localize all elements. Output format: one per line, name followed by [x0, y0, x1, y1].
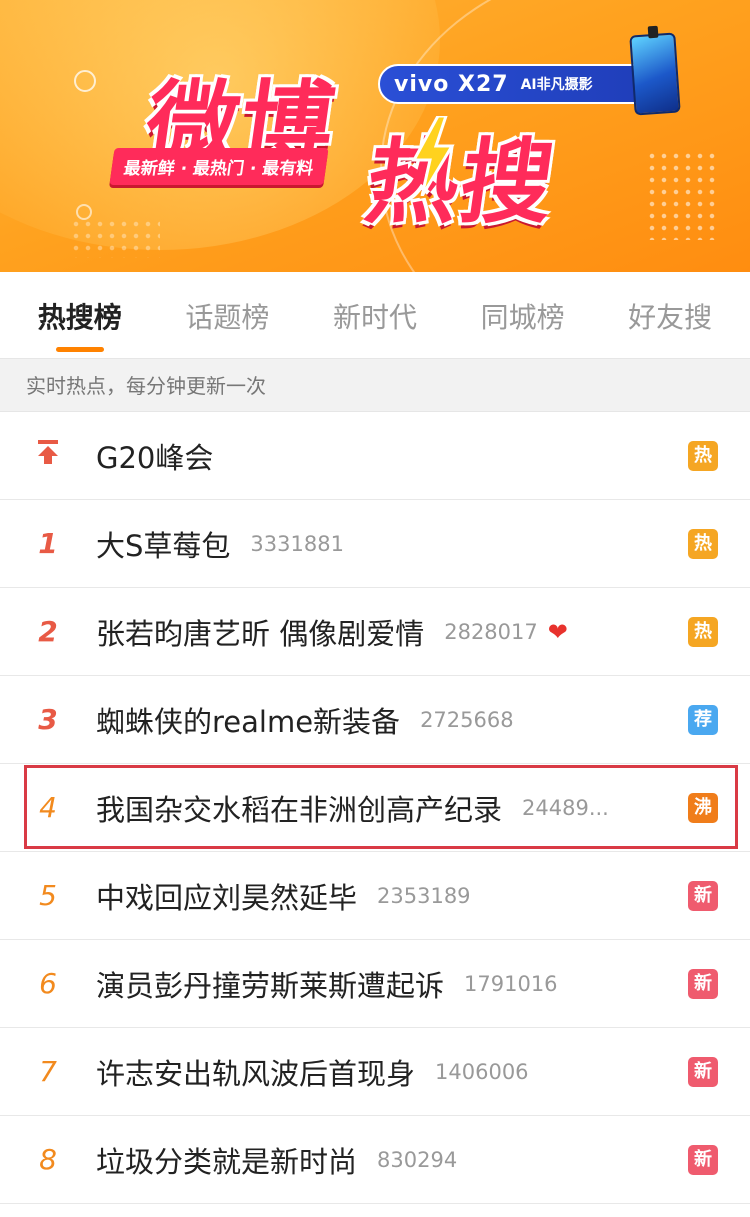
pin-top-icon [38, 440, 58, 464]
search-count: 1791016 [464, 971, 558, 996]
hot-search-banner[interactable]: 微博 热搜 最新鲜 · 最热门 · 最有料 vivo X27 AI非凡摄影 [0, 0, 750, 272]
list-item[interactable]: G20峰会 热 [0, 412, 750, 500]
hot-badge: 热 [688, 617, 718, 647]
topic-title: 张若昀唐艺昕 偶像剧爱情 [96, 616, 425, 651]
hot-search-list: G20峰会 热 1 大S草莓包 3331881 热 2 张若昀唐艺昕 偶像剧爱情… [0, 412, 750, 1204]
search-count: 830294 [377, 1147, 458, 1172]
search-count: 24489... [522, 795, 609, 820]
topic-title: 蜘蛛侠的realme新装备 [96, 704, 401, 739]
tab-new-era[interactable]: 新时代 [323, 272, 427, 358]
recommend-badge: 荐 [688, 705, 718, 735]
search-count: 2725668 [420, 707, 514, 732]
active-tab-indicator [55, 347, 104, 352]
topic-title: 垃圾分类就是新时尚 [96, 1144, 358, 1179]
list-item[interactable]: 8 垃圾分类就是新时尚 830294 新 [0, 1116, 750, 1204]
rank: 1 [38, 527, 58, 560]
list-item[interactable]: 4 我国杂交水稻在非洲创高产纪录 24489... 沸 [0, 764, 750, 852]
rank: 5 [39, 879, 57, 912]
topic-title: 中戏回应刘昊然延毕 [96, 880, 358, 915]
banner-dots-decoration [646, 150, 720, 240]
banner-ring-decoration [74, 70, 96, 92]
topic-title: 演员彭丹撞劳斯莱斯遭起诉 [96, 968, 445, 1003]
search-count: 2353189 [377, 883, 471, 908]
rank: 4 [39, 791, 57, 824]
list-item[interactable]: 7 许志安出轨风波后首现身 1406006 新 [0, 1028, 750, 1116]
heart-icon: ❤ [547, 617, 568, 646]
rank: 7 [39, 1055, 57, 1088]
lightning-icon [411, 116, 455, 196]
ad-brand: vivo X27 [394, 71, 509, 97]
new-badge: 新 [688, 881, 718, 911]
list-item[interactable]: 3 蜘蛛侠的realme新装备 2725668 荐 [0, 676, 750, 764]
tab-bar: 热搜榜 话题榜 新时代 同城榜 好友搜 [0, 272, 750, 358]
tab-hot-search[interactable]: 热搜榜 [28, 272, 132, 358]
new-badge: 新 [688, 1057, 718, 1087]
topic-title: 许志安出轨风波后首现身 [96, 1056, 416, 1091]
list-item[interactable]: 6 演员彭丹撞劳斯莱斯遭起诉 1791016 新 [0, 940, 750, 1028]
list-item[interactable]: 5 中戏回应刘昊然延毕 2353189 新 [0, 852, 750, 940]
topic-title: 大S草莓包 [96, 528, 231, 563]
banner-dots-decoration [70, 218, 160, 258]
topic-title: 我国杂交水稻在非洲创高产纪录 [96, 792, 503, 827]
rank: 2 [38, 615, 58, 648]
list-item[interactable]: 1 大S草莓包 3331881 热 [0, 500, 750, 588]
search-count: 2828017 [444, 619, 538, 644]
new-badge: 新 [688, 969, 718, 999]
tab-topics[interactable]: 话题榜 [175, 272, 279, 358]
boil-badge: 沸 [688, 793, 718, 823]
hot-badge: 热 [688, 441, 718, 471]
list-item[interactable]: 2 张若昀唐艺昕 偶像剧爱情 2828017 ❤ 热 [0, 588, 750, 676]
rank [0, 439, 96, 472]
rank: 6 [39, 967, 57, 1000]
new-badge: 新 [688, 1145, 718, 1175]
rank: 8 [39, 1143, 57, 1176]
tab-friends[interactable]: 好友搜 [618, 272, 722, 358]
rank: 3 [38, 703, 58, 736]
update-notice: 实时热点，每分钟更新一次 [0, 358, 750, 412]
ad-tag: AI非凡摄影 [520, 77, 593, 93]
hot-badge: 热 [688, 529, 718, 559]
topic-title: G20峰会 [96, 440, 214, 475]
banner-slogan: 最新鲜 · 最热门 · 最有料 [109, 148, 329, 185]
ad-pill[interactable]: vivo X27 AI非凡摄影 [378, 64, 660, 104]
search-count: 1406006 [435, 1059, 529, 1084]
banner-title-hot: 热搜 [359, 129, 563, 236]
search-count: 3331881 [250, 531, 344, 556]
phone-image [629, 25, 681, 116]
tab-local[interactable]: 同城榜 [471, 272, 575, 358]
